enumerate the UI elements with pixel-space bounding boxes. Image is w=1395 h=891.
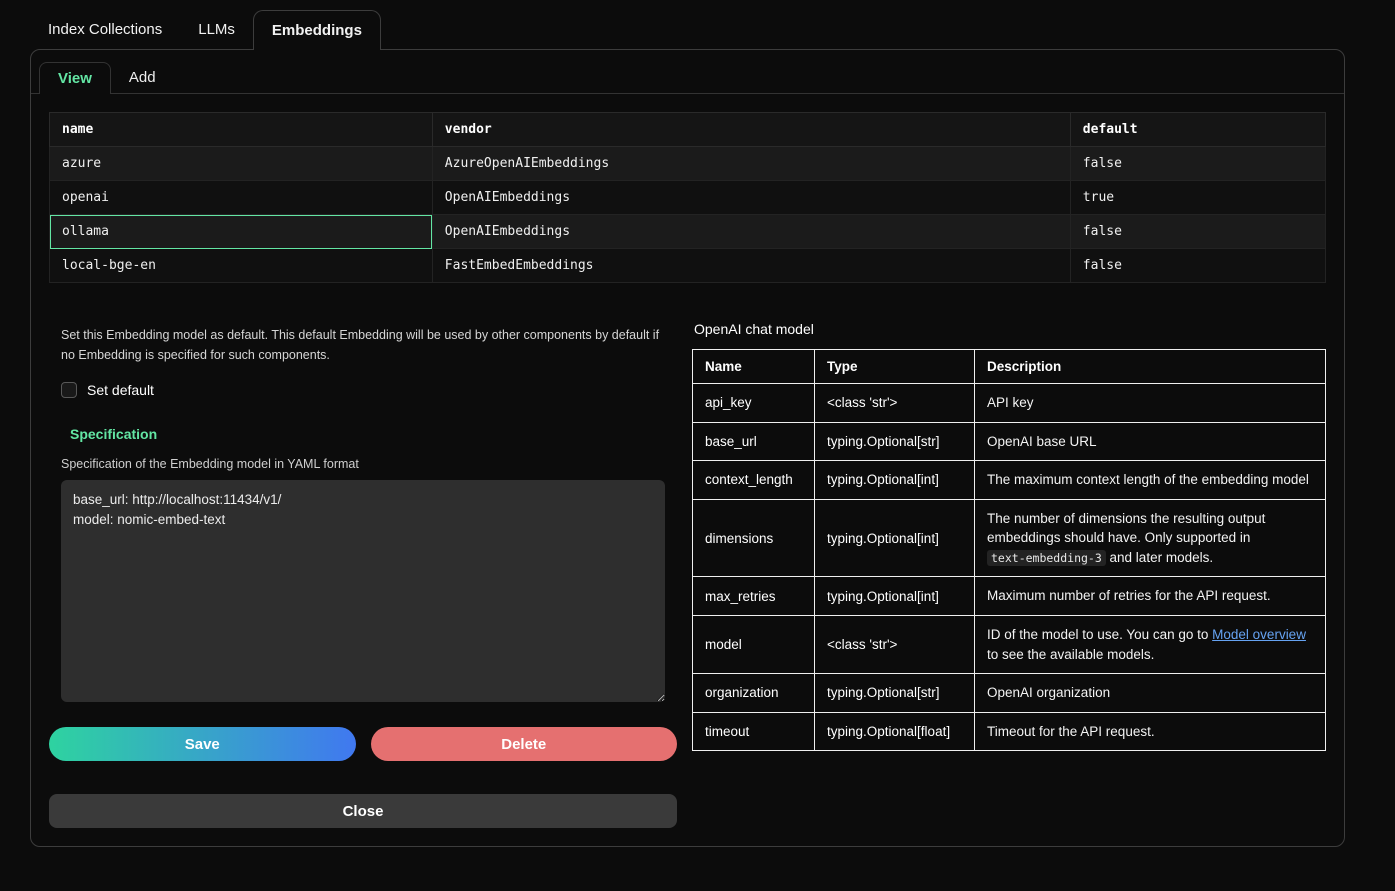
param-description: The number of dimensions the resulting o… — [975, 499, 1326, 577]
description-text: OpenAI base URL — [987, 434, 1097, 449]
action-button-row: Save Delete — [49, 727, 677, 761]
params-column-name: Name — [693, 350, 815, 384]
embeddings-row[interactable]: openaiOpenAIEmbeddingstrue — [50, 181, 1326, 215]
param-row: timeouttyping.Optional[float] Timeout for… — [693, 712, 1326, 751]
param-description: OpenAI organization — [975, 674, 1326, 713]
description-text: to see the available models. — [987, 647, 1154, 662]
description-text: ID of the model to use. You can go to — [987, 627, 1212, 642]
specification-heading: Specification — [70, 426, 665, 442]
param-type: typing.Optional[str] — [815, 422, 975, 461]
embeddings-table-body: azureAzureOpenAIEmbeddingsfalseopenaiOpe… — [50, 147, 1326, 283]
embeddings-cell-vendor[interactable]: AzureOpenAIEmbeddings — [432, 147, 1070, 181]
param-type: <class 'str'> — [815, 384, 975, 423]
description-text: The number of dimensions the resulting o… — [987, 511, 1265, 546]
embeddings-panel: View Add name vendor default azureAzureO… — [30, 49, 1345, 847]
save-button[interactable]: Save — [49, 727, 356, 761]
yaml-editor[interactable] — [61, 480, 665, 702]
column-header-default: default — [1070, 113, 1325, 147]
inline-code: text-embedding-3 — [987, 550, 1106, 566]
param-type: <class 'str'> — [815, 615, 975, 673]
param-row: max_retriestyping.Optional[int] Maximum n… — [693, 577, 1326, 616]
sub-tabbar: View Add — [31, 50, 1344, 94]
default-description: Set this Embedding model as default. Thi… — [61, 325, 665, 365]
tab-embeddings[interactable]: Embeddings — [253, 10, 381, 50]
model-info-column: OpenAI chat model Name Type Description … — [692, 321, 1326, 828]
description-text: and later models. — [1106, 550, 1213, 565]
tab-llms[interactable]: LLMs — [180, 10, 253, 50]
set-default-row: Set default — [61, 382, 665, 398]
param-name: model — [693, 615, 815, 673]
params-column-description: Description — [975, 350, 1326, 384]
embeddings-cell-name[interactable]: azure — [50, 147, 433, 181]
param-name: dimensions — [693, 499, 815, 577]
params-table: Name Type Description api_key<class 'str… — [692, 349, 1326, 751]
specification-subtext: Specification of the Embedding model in … — [61, 457, 665, 471]
delete-button[interactable]: Delete — [371, 727, 678, 761]
description-text: API key — [987, 395, 1034, 410]
param-description: OpenAI base URL — [975, 422, 1326, 461]
param-type: typing.Optional[int] — [815, 499, 975, 577]
param-row: context_lengthtyping.Optional[int] The ma… — [693, 461, 1326, 500]
embeddings-cell-name[interactable]: local-bge-en — [50, 249, 433, 283]
param-row: organizationtyping.Optional[str] OpenAI o… — [693, 674, 1326, 713]
param-row: base_urltyping.Optional[str] OpenAI base … — [693, 422, 1326, 461]
subtab-view[interactable]: View — [39, 62, 111, 94]
param-row: dimensionstyping.Optional[int] The number… — [693, 499, 1326, 577]
embeddings-row[interactable]: ollamaOpenAIEmbeddingsfalse — [50, 215, 1326, 249]
edit-column: Set this Embedding model as default. Thi… — [49, 321, 677, 828]
param-name: api_key — [693, 384, 815, 423]
embeddings-table-header: name vendor default — [50, 113, 1326, 147]
model-overview-link[interactable]: Model overview — [1212, 627, 1306, 642]
embeddings-cell-name[interactable]: openai — [50, 181, 433, 215]
param-name: context_length — [693, 461, 815, 500]
param-name: base_url — [693, 422, 815, 461]
param-name: organization — [693, 674, 815, 713]
param-type: typing.Optional[str] — [815, 674, 975, 713]
param-type: typing.Optional[float] — [815, 712, 975, 751]
param-description: ID of the model to use. You can go to Mo… — [975, 615, 1326, 673]
embeddings-cell-default[interactable]: true — [1070, 181, 1325, 215]
param-type: typing.Optional[int] — [815, 461, 975, 500]
param-name: timeout — [693, 712, 815, 751]
embeddings-row[interactable]: azureAzureOpenAIEmbeddingsfalse — [50, 147, 1326, 181]
embeddings-table: name vendor default azureAzureOpenAIEmbe… — [49, 112, 1326, 283]
params-column-type: Type — [815, 350, 975, 384]
embeddings-cell-vendor[interactable]: OpenAIEmbeddings — [432, 215, 1070, 249]
param-row: model<class 'str'>ID of the model to use… — [693, 615, 1326, 673]
embeddings-cell-name[interactable]: ollama — [50, 215, 433, 249]
column-header-vendor: vendor — [432, 113, 1070, 147]
param-description: API key — [975, 384, 1326, 423]
param-row: api_key<class 'str'> API key — [693, 384, 1326, 423]
close-button[interactable]: Close — [49, 794, 677, 828]
embeddings-table-wrap: name vendor default azureAzureOpenAIEmbe… — [31, 94, 1344, 283]
embeddings-cell-vendor[interactable]: OpenAIEmbeddings — [432, 181, 1070, 215]
description-text: Maximum number of retries for the API re… — [987, 588, 1271, 603]
description-text: OpenAI organization — [987, 685, 1110, 700]
set-default-label: Set default — [87, 382, 154, 398]
param-description: Maximum number of retries for the API re… — [975, 577, 1326, 616]
param-description: The maximum context length of the embedd… — [975, 461, 1326, 500]
tab-index-collections[interactable]: Index Collections — [30, 10, 180, 50]
set-default-checkbox[interactable] — [61, 382, 77, 398]
embeddings-cell-default[interactable]: false — [1070, 249, 1325, 283]
subtab-add[interactable]: Add — [111, 62, 174, 93]
param-name: max_retries — [693, 577, 815, 616]
main-tabbar: Index Collections LLMs Embeddings — [30, 10, 1345, 50]
description-text: The maximum context length of the embedd… — [987, 472, 1309, 487]
embeddings-cell-vendor[interactable]: FastEmbedEmbeddings — [432, 249, 1070, 283]
model-info-title: OpenAI chat model — [694, 321, 1326, 337]
params-table-header: Name Type Description — [693, 350, 1326, 384]
param-description: Timeout for the API request. — [975, 712, 1326, 751]
embeddings-row[interactable]: local-bge-enFastEmbedEmbeddingsfalse — [50, 249, 1326, 283]
description-text: Timeout for the API request. — [987, 724, 1155, 739]
embeddings-cell-default[interactable]: false — [1070, 215, 1325, 249]
embeddings-cell-default[interactable]: false — [1070, 147, 1325, 181]
column-header-name: name — [50, 113, 433, 147]
param-type: typing.Optional[int] — [815, 577, 975, 616]
params-table-body: api_key<class 'str'>API keybase_urltypin… — [693, 384, 1326, 751]
detail-content: Set this Embedding model as default. Thi… — [31, 283, 1344, 828]
